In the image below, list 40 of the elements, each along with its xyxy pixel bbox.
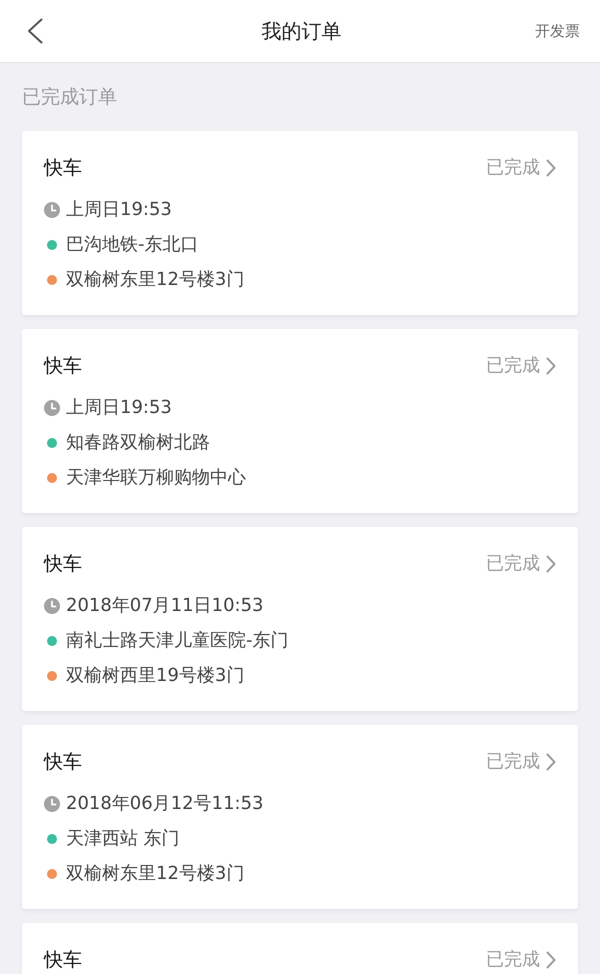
order-time: 上周日19:53 [66, 198, 172, 222]
address-text: 天津华联万柳购物中心 [66, 466, 246, 490]
ride-type: 快车 [44, 552, 82, 576]
clock-icon [44, 796, 60, 812]
order-card[interactable]: 快车 已完成 2018年07月11日10:53 南礼士路天津儿童医院-东门 双榆树西里19号楼3门 [22, 527, 578, 711]
ride-type: 快车 [44, 948, 82, 972]
chevron-right-icon [546, 555, 556, 573]
chevron-right-icon [546, 159, 556, 177]
order-card[interactable]: 快车 已完成 上周日19:53 巴沟地铁-东北口 双榆树东里12号楼3门 [22, 131, 578, 315]
address-text: 知春路双榆树北路 [66, 431, 210, 455]
clock-icon [44, 598, 60, 614]
address-text: 双榆树西里19号楼3门 [66, 664, 244, 688]
invoice-button[interactable]: 开发票 [535, 19, 580, 43]
page-title: 我的订单 [262, 18, 342, 44]
section-title: 已完成订单 [21, 85, 118, 110]
ride-type: 快车 [44, 750, 82, 774]
chevron-right-icon [546, 951, 556, 969]
ride-type: 快车 [44, 354, 82, 378]
address-text: 南礼士路天津儿童医院-东门 [66, 629, 288, 653]
address-text: 巴沟地铁-东北口 [66, 233, 198, 257]
address-text: 天津西站 东门 [66, 827, 180, 851]
chevron-right-icon [546, 357, 556, 375]
clock-icon [44, 202, 60, 218]
order-status: 已完成 [486, 156, 540, 180]
address-text: 双榆树东里12号楼3门 [66, 268, 244, 292]
order-time: 2018年06月12号11:53 [66, 792, 264, 816]
chevron-right-icon [546, 753, 556, 771]
order-card[interactable]: 快车 已完成 2018年06月12号11:53 天津西站 东门 双榆树东里12号楼3门 [22, 725, 578, 909]
order-status: 已完成 [486, 948, 540, 972]
order-card[interactable]: 快车 已完成 上周日19:53 知春路双榆树北路 天津华联万柳购物中心 [22, 329, 578, 513]
order-time: 上周日19:53 [66, 396, 172, 420]
order-status: 已完成 [486, 354, 540, 378]
chevron-left-icon [27, 18, 43, 44]
order-time: 2018年07月11日10:53 [66, 594, 264, 618]
address-text: 双榆树东里12号楼3门 [66, 862, 244, 886]
order-status: 已完成 [486, 552, 540, 576]
clock-icon [44, 400, 60, 416]
ride-type: 快车 [44, 156, 82, 180]
order-card[interactable]: 快车 已完成 [22, 923, 578, 974]
order-status: 已完成 [486, 750, 540, 774]
